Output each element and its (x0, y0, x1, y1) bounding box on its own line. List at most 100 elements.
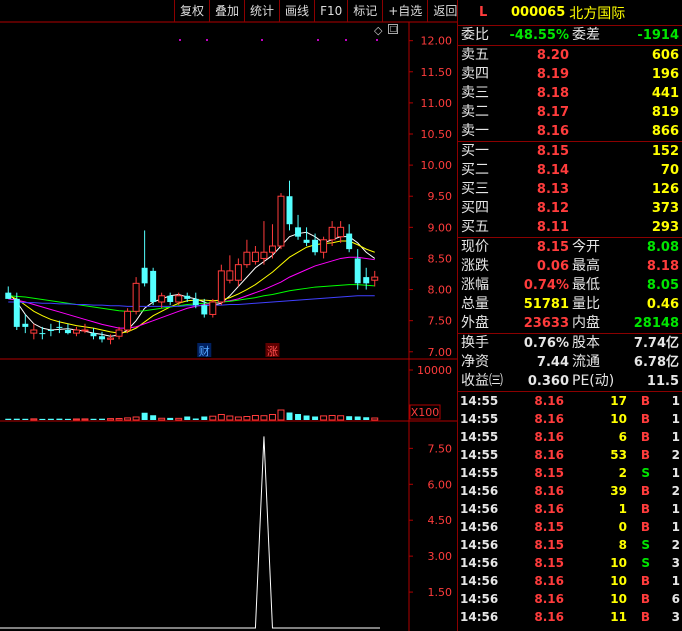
tick-direction: B (640, 610, 650, 624)
y-tick-label: 8.50 (428, 252, 453, 265)
stock-name[interactable]: 北方国际 (569, 3, 625, 23)
stat-row: 外盘 23633 内盘 28148 (458, 314, 682, 333)
tick-volume: 0 (618, 520, 627, 534)
stat-value: 8.18 (646, 259, 679, 274)
tick-row[interactable]: 14:56 8.15 8 S 2 (458, 536, 682, 554)
tick-time: 14:55 (460, 448, 499, 462)
tick-direction: B (640, 394, 650, 408)
chart-area[interactable]: 12.00 11.50 11.00 10.50 10.00 9.50 9.00 8.50 8.0… (0, 0, 457, 631)
tick-row[interactable]: 14:55 8.16 17 B 1 (458, 392, 682, 410)
candle-body (107, 337, 115, 340)
toolbar-diejia-button[interactable]: 叠加 (209, 0, 244, 22)
tick-volume: 6 (618, 430, 627, 444)
stat-row: 换手 0.76% 股本 7.74亿 (458, 334, 682, 353)
volume-bar (320, 415, 328, 421)
toolbar-biaoji-button[interactable]: 标记 (347, 0, 382, 22)
stock-code[interactable]: 000065 (511, 5, 565, 20)
volume-bar (72, 418, 80, 421)
tick-row[interactable]: 14:55 8.15 2 S 1 (458, 464, 682, 482)
level-price: 8.11 (536, 220, 569, 235)
tick-price: 8.15 (534, 520, 564, 534)
toolbar-huaxian-button[interactable]: 画线 (279, 0, 314, 22)
tick-price: 8.16 (534, 592, 564, 606)
diamond-icon[interactable]: ◇ (374, 24, 382, 37)
stat-row: 涨跌 0.06 最高 8.18 (458, 257, 682, 276)
tick-price: 8.15 (534, 538, 564, 552)
toolbar-zixuan-button[interactable]: +自选 (382, 0, 427, 22)
candle-body (47, 330, 54, 331)
y-tick-label: 11.00 (421, 97, 453, 110)
tick-time: 14:56 (460, 556, 499, 570)
ask-row[interactable]: 卖一 8.16 866 (458, 122, 682, 141)
indicator-tick-label: 3.00 (428, 550, 453, 563)
tick-row[interactable]: 14:55 8.16 10 B 1 (458, 410, 682, 428)
ask-row[interactable]: 卖四 8.19 196 (458, 65, 682, 84)
bid-book: 买一 8.15 152 买二 8.14 70 买三 8.13 126 买四 8.12 373 买五 8.1… (458, 142, 682, 238)
bid-row[interactable]: 买三 8.13 126 (458, 180, 682, 199)
bid-row[interactable]: 买五 8.11 293 (458, 218, 682, 237)
level-price: 8.13 (536, 182, 569, 197)
ask-row[interactable]: 卖五 8.20 606 (458, 46, 682, 65)
ask-row[interactable]: 卖三 8.18 441 (458, 84, 682, 103)
volume-bar (286, 412, 293, 420)
weibi-value: -48.55% (509, 28, 569, 43)
volume-bar (5, 418, 12, 420)
tick-direction: B (640, 574, 650, 588)
tick-row[interactable]: 14:56 8.16 1 B 1 (458, 500, 682, 518)
level-price: 8.18 (536, 86, 569, 101)
bid-row[interactable]: 买四 8.12 373 (458, 199, 682, 218)
candle-body (209, 301, 217, 315)
tick-direction: B (640, 448, 650, 462)
tick-list[interactable]: 14:55 8.16 17 B 1 14:55 8.16 10 B 1 14:55 8.16 6 B 1 14… (458, 392, 682, 626)
tick-price: 8.16 (534, 430, 564, 444)
candle-body (158, 295, 166, 303)
tick-direction: B (640, 484, 650, 498)
volume-bar (158, 417, 166, 421)
y-tick-label: 7.00 (428, 346, 453, 359)
level-label: 卖一 (461, 123, 489, 139)
level-label: 卖四 (461, 66, 489, 82)
stat-label: 涨幅 (461, 277, 489, 293)
tick-count: 2 (671, 448, 680, 462)
tick-direction: S (641, 466, 650, 480)
top-dot (206, 39, 208, 41)
tick-row[interactable]: 14:56 8.16 10 B 6 (458, 590, 682, 608)
tick-row[interactable]: 14:56 8.16 39 B 2 (458, 482, 682, 500)
level-price: 8.17 (536, 105, 569, 120)
candle-body (99, 336, 105, 340)
top-dot (261, 39, 263, 41)
ask-row[interactable]: 卖二 8.17 819 (458, 103, 682, 122)
tick-row[interactable]: 14:55 8.16 53 B 2 (458, 446, 682, 464)
candle-body (251, 251, 259, 263)
tick-row[interactable]: 14:56 8.16 11 B 3 (458, 608, 682, 626)
toolbar-f10-button[interactable]: F10 (314, 0, 347, 22)
volume-bar (328, 415, 336, 421)
volume-bar (217, 414, 225, 421)
tick-price: 8.16 (534, 610, 564, 624)
tick-count: 1 (671, 520, 680, 534)
tick-row[interactable]: 14:56 8.16 10 B 1 (458, 572, 682, 590)
tick-row[interactable]: 14:56 8.15 10 S 3 (458, 554, 682, 572)
stock-header: L 000065 北方国际 (458, 0, 682, 26)
candle-body (150, 270, 157, 302)
candle-body (312, 239, 319, 253)
volume-bar (295, 414, 302, 420)
stat-value: 7.44 (536, 355, 569, 370)
stat-value: 28148 (633, 316, 679, 331)
toolbar-fuquan-button[interactable]: 复权 (174, 0, 209, 22)
candle-body (354, 258, 361, 284)
bid-row[interactable]: 买一 8.15 152 (458, 142, 682, 161)
tick-count: 1 (671, 430, 680, 444)
candle-body (72, 329, 80, 334)
tick-row[interactable]: 14:56 8.15 0 B 1 (458, 518, 682, 536)
stat-label: 现价 (461, 239, 489, 255)
bid-row[interactable]: 买二 8.14 70 (458, 161, 682, 180)
stat-label: 总量 (461, 296, 489, 312)
tick-volume: 10 (610, 592, 627, 606)
tick-row[interactable]: 14:55 8.16 6 B 1 (458, 428, 682, 446)
candle-body (124, 310, 132, 331)
toolbar-tongji-button[interactable]: 统计 (244, 0, 279, 22)
window-icon[interactable]: □ (388, 24, 399, 34)
tick-direction: B (640, 412, 650, 426)
tick-price: 8.16 (534, 394, 564, 408)
